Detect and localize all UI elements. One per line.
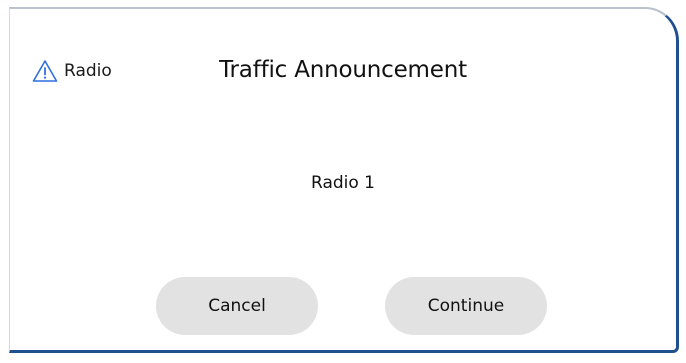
cancel-button[interactable]: Cancel (156, 277, 318, 335)
dialog-title: Traffic Announcement (219, 57, 467, 83)
screen: Radio Traffic Announcement Radio 1 Cance… (0, 0, 686, 363)
dialog-header: Radio Traffic Announcement (10, 53, 676, 93)
station-name: Radio 1 (311, 173, 375, 193)
continue-button[interactable]: Continue (385, 277, 547, 335)
traffic-announcement-dialog: Radio Traffic Announcement Radio 1 Cance… (9, 7, 679, 353)
